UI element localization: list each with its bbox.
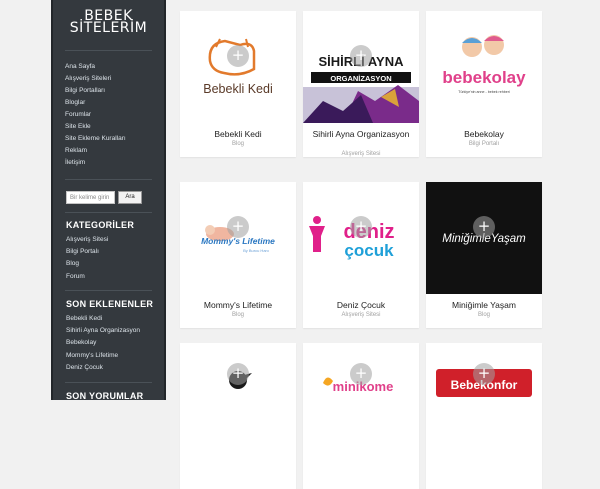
card-thumbnail[interactable]: bebekolay Türkiye'nin anne - bebek rehbe…: [426, 11, 542, 123]
search-button[interactable]: Ara: [118, 191, 142, 204]
site-card[interactable]: SİHİRLİ AYNA ORGANİZASYON + Sihirli Ayna…: [303, 11, 419, 157]
recent-item[interactable]: Deniz Çocuk: [66, 362, 140, 374]
plus-icon[interactable]: +: [227, 363, 249, 385]
nav-item-iletisim[interactable]: İletişim: [65, 157, 126, 169]
card-category[interactable]: Bilgi Portalı: [426, 141, 542, 147]
card-title[interactable]: Mommy's Lifetime: [180, 300, 296, 310]
card-title[interactable]: Sihirli Ayna Organizasyon: [303, 129, 419, 139]
site-card[interactable]: +: [180, 343, 296, 489]
divider: [65, 382, 152, 383]
site-title-line2[interactable]: SİTELERİM: [53, 21, 164, 35]
site-card[interactable]: MiniğimleYaşam + Miniğimle Yaşam Blog: [426, 182, 542, 328]
plus-icon[interactable]: +: [350, 216, 372, 238]
recent-item[interactable]: Sihirli Ayna Organizasyon: [66, 325, 140, 337]
nav-item-site-ekleme-kurallari[interactable]: Site Ekleme Kuralları: [65, 133, 126, 145]
categories-heading: KATEGORİLER: [66, 220, 135, 230]
deniz-cocuk-logo: deniz çocuk: [309, 216, 395, 260]
logo-subtext: Türkiye'nin anne - bebek rehberi: [458, 90, 510, 94]
card-thumbnail[interactable]: Bebekli Kedi +: [180, 11, 296, 123]
plus-icon[interactable]: +: [350, 363, 372, 385]
bebekli-kedi-logo: Bebekli Kedi: [203, 38, 273, 96]
recent-heading: SON EKLENENLER: [66, 299, 154, 309]
category-item[interactable]: Forum: [66, 271, 108, 283]
card-category[interactable]: Alışveriş Sitesi: [303, 312, 419, 318]
sidebar: BEBEK SİTELERİM Ana Sayfa Alışveriş Site…: [51, 0, 166, 401]
card-thumbnail[interactable]: SİHİRLİ AYNA ORGANİZASYON +: [303, 11, 419, 123]
site-card[interactable]: minikome +: [303, 343, 419, 489]
card-thumbnail[interactable]: Bebekonfor +: [426, 343, 542, 455]
card-thumbnail[interactable]: MiniğimleYaşam +: [426, 182, 542, 294]
site-card[interactable]: bebekolay Türkiye'nin anne - bebek rehbe…: [426, 11, 542, 157]
recent-list: Bebekli Kedi Sihirli Ayna Organizasyon B…: [66, 313, 140, 374]
logo-subtext: ORGANİZASYON: [330, 74, 391, 83]
nav-item-bilgi-portallari[interactable]: Bilgi Portalları: [65, 85, 126, 97]
nav-item-site-ekle[interactable]: Site Ekle: [65, 121, 126, 133]
recent-item[interactable]: Bebekli Kedi: [66, 313, 140, 325]
card-thumbnail[interactable]: +: [180, 343, 296, 455]
divider: [65, 212, 152, 213]
plus-icon[interactable]: +: [473, 216, 495, 238]
nav-item-bloglar[interactable]: Bloglar: [65, 97, 126, 109]
site-title[interactable]: BEBEK SİTELERİM: [53, 9, 164, 35]
nav-item-forumlar[interactable]: Forumlar: [65, 109, 126, 121]
plus-icon[interactable]: +: [350, 45, 372, 67]
card-category[interactable]: Alışveriş Sitesi: [303, 151, 419, 157]
card-thumbnail[interactable]: Mommy's Lifetime By Burcu Hanı +: [180, 182, 296, 294]
card-category[interactable]: Blog: [426, 312, 542, 318]
logo-text: Bebekli Kedi: [203, 82, 273, 96]
nav-item-alisveris-siteleri[interactable]: Alışveriş Siteleri: [65, 73, 126, 85]
logo-subtext: By Burcu Hanı: [243, 248, 269, 253]
bebekolay-logo: bebekolay Türkiye'nin anne - bebek rehbe…: [442, 35, 526, 94]
recent-item[interactable]: Mommy's Lifetime: [66, 350, 140, 362]
bebekonfor-logo: Bebekonfor: [436, 369, 532, 397]
categories-list: Alışveriş Sitesi Bilgi Portalı Blog Foru…: [66, 234, 108, 283]
site-card[interactable]: deniz çocuk + Deniz Çocuk Alışveriş Site…: [303, 182, 419, 328]
card-thumbnail[interactable]: minikome +: [303, 343, 419, 455]
plus-icon[interactable]: +: [473, 363, 495, 385]
site-card[interactable]: Bebekli Kedi + Bebekli Kedi Blog: [180, 11, 296, 157]
card-title[interactable]: Miniğimle Yaşam: [426, 300, 542, 310]
plus-icon[interactable]: +: [227, 216, 249, 238]
logo-subtext: çocuk: [344, 241, 394, 260]
card-thumbnail[interactable]: deniz çocuk +: [303, 182, 419, 294]
nav-item-reklam[interactable]: Reklam: [65, 145, 126, 157]
category-item[interactable]: Bilgi Portalı: [66, 246, 108, 258]
site-card[interactable]: Mommy's Lifetime By Burcu Hanı + Mommy's…: [180, 182, 296, 328]
category-item[interactable]: Alışveriş Sitesi: [66, 234, 108, 246]
category-item[interactable]: Blog: [66, 258, 108, 270]
site-card[interactable]: Bebekonfor +: [426, 343, 542, 489]
card-title[interactable]: Deniz Çocuk: [303, 300, 419, 310]
card-title[interactable]: Bebekolay: [426, 129, 542, 139]
plus-icon[interactable]: +: [227, 45, 249, 67]
nav-item-ana-sayfa[interactable]: Ana Sayfa: [65, 61, 126, 73]
sihirli-ayna-logo: SİHİRLİ AYNA ORGANİZASYON: [303, 54, 419, 123]
card-category[interactable]: Blog: [180, 312, 296, 318]
mommys-lifetime-logo: Mommy's Lifetime By Burcu Hanı: [201, 225, 275, 253]
main-nav: Ana Sayfa Alışveriş Siteleri Bilgi Porta…: [65, 61, 126, 169]
card-title[interactable]: Bebekli Kedi: [180, 129, 296, 139]
bird-logo: [229, 371, 252, 389]
minigimle-yasam-logo: MiniğimleYaşam: [442, 233, 526, 245]
logo-text: bebekolay: [442, 68, 526, 87]
divider: [65, 179, 152, 180]
divider: [65, 50, 152, 51]
card-category[interactable]: Blog: [180, 141, 296, 147]
divider: [65, 290, 152, 291]
recent-item[interactable]: Bebekolay: [66, 337, 140, 349]
minikome-logo: minikome: [323, 377, 393, 394]
search-input[interactable]: Bir kelime girin: [66, 191, 115, 204]
